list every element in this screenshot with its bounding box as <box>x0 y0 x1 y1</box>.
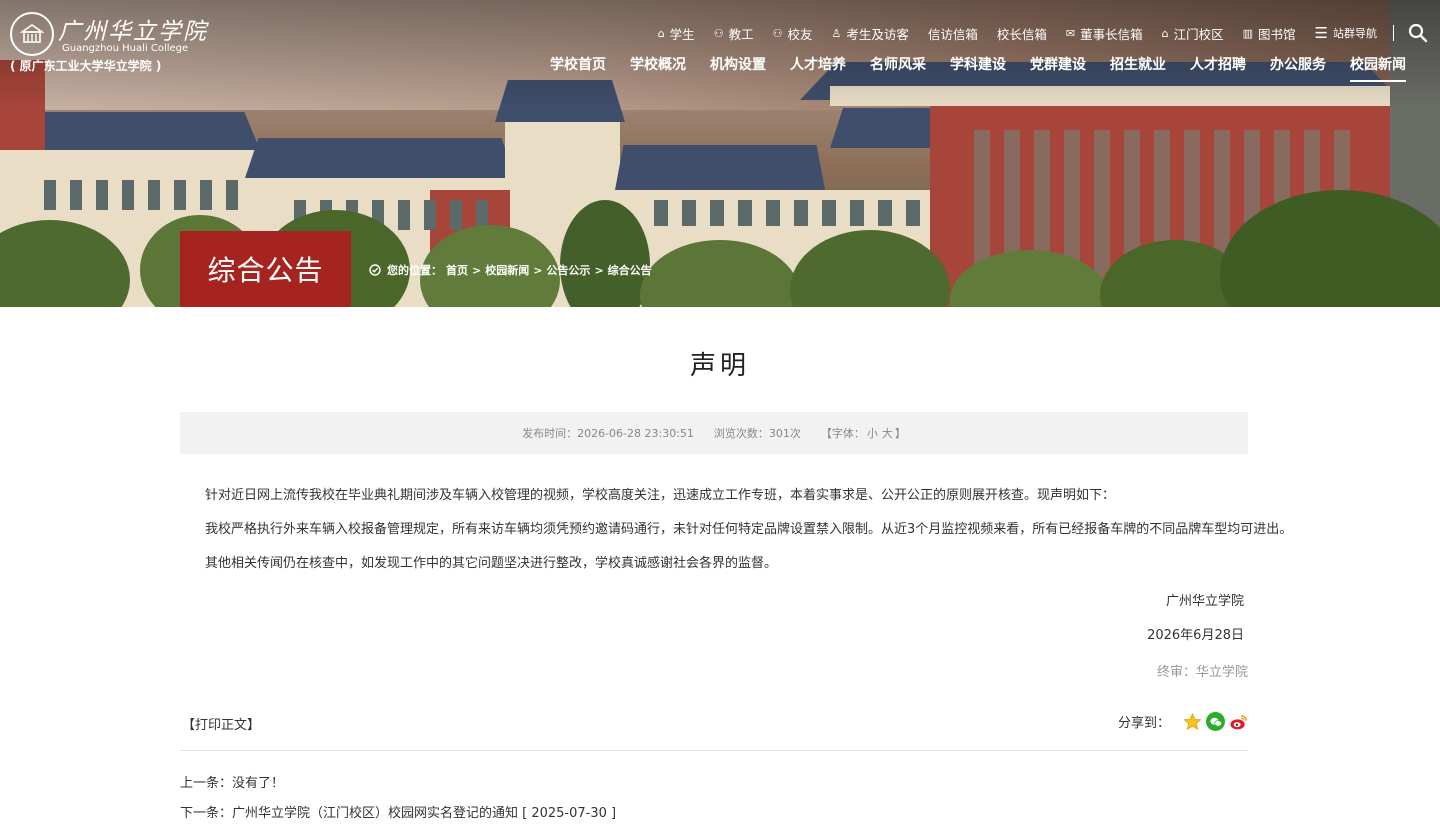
breadcrumb-sep: > <box>472 263 482 277</box>
util-link-library[interactable]: ▥ 图书馆 <box>1243 24 1296 43</box>
nav-organization[interactable]: 机构设置 <box>710 54 766 82</box>
college-logo[interactable]: 广州华立学院 Guangzhou Huali College ( 原广东工业大学… <box>10 12 210 74</box>
hero-banner: 广州华立学院 Guangzhou Huali College ( 原广东工业大学… <box>0 0 1440 307</box>
section-title: 综合公告 <box>180 231 351 307</box>
util-divider <box>1393 25 1394 41</box>
util-link-alumni[interactable]: ⚇ 校友 <box>773 24 813 43</box>
nav-overview[interactable]: 学校概况 <box>630 54 686 82</box>
next-article-link[interactable]: 广州华立学院（江门校区）校园网实名登记的通知 [ 2025-07-30 ] <box>232 806 616 821</box>
breadcrumb-home[interactable]: 首页 <box>446 262 468 278</box>
nav-party[interactable]: 党群建设 <box>1030 54 1086 82</box>
share-bar: 分享到： <box>1118 712 1248 731</box>
breadcrumb-general-notices[interactable]: 综合公告 <box>608 262 652 278</box>
nav-home[interactable]: 学校首页 <box>550 54 606 82</box>
location-icon <box>369 264 381 276</box>
font-size-control: 【字体：小大】 <box>820 427 906 440</box>
next-label: 下一条： <box>180 806 233 821</box>
menu-icon: ☰ <box>1314 24 1328 42</box>
print-button[interactable]: 【打印正文】 <box>182 714 260 733</box>
util-link-site-nav[interactable]: ☰ 站群导航 <box>1315 24 1377 42</box>
nav-campus-news[interactable]: 校园新闻 <box>1350 54 1406 82</box>
view-count: 浏览次数：301次 <box>713 427 801 440</box>
util-link-jiangmen-campus[interactable]: ⌂ 江门校区 <box>1162 24 1224 43</box>
prev-article: 上一条：没有了！ <box>180 772 284 791</box>
nav-admissions[interactable]: 招生就业 <box>1110 54 1166 82</box>
nav-recruitment[interactable]: 人才招聘 <box>1190 54 1246 82</box>
library-icon: ▥ <box>1242 26 1254 40</box>
article-meta-bar: 发布时间：2026-06-28 23:30:51 浏览次数：301次 【字体：小… <box>180 412 1248 454</box>
font-small-button[interactable]: 小 <box>867 427 878 440</box>
content-divider <box>180 750 1248 751</box>
article-paragraph: 其他相关传闻仍在核查中，如发现工作中的其它问题坚决进行整改，学校真诚感谢社会各界… <box>205 556 778 571</box>
breadcrumb-prefix: 您的位置： <box>387 264 442 277</box>
nav-education[interactable]: 人才培养 <box>790 54 846 82</box>
mail-icon: ✉ <box>1065 26 1076 40</box>
qzone-icon[interactable] <box>1183 712 1202 731</box>
prev-article-link: 没有了！ <box>232 776 285 791</box>
next-article: 下一条：广州华立学院（江门校区）校园网实名登记的通知 [ 2025-07-30 … <box>180 802 616 821</box>
search-icon[interactable] <box>1408 23 1428 43</box>
util-link-staff[interactable]: ⚇ 教工 <box>714 24 754 43</box>
weibo-icon[interactable] <box>1229 712 1248 731</box>
prev-label: 上一条： <box>180 776 233 791</box>
article-title: 声明 <box>689 351 750 381</box>
college-seal-icon <box>10 12 54 56</box>
teacher-icon: ⚇ <box>713 26 724 40</box>
util-link-students[interactable]: ⌂ 学生 <box>658 24 695 43</box>
main-nav: 学校首页 学校概况 机构设置 人才培养 名师风采 学科建设 党群建设 招生就业 … <box>526 54 1406 82</box>
util-link-petition-mailbox[interactable]: 信访信箱 <box>928 24 978 43</box>
logo-former-name: ( 原广东工业大学华立学院 ) <box>10 59 162 73</box>
util-link-visitors[interactable]: ♙ 考生及访客 <box>831 24 908 43</box>
wechat-icon[interactable] <box>1206 712 1225 731</box>
breadcrumb: 您的位置： 首页 > 校园新闻 > 公告公示 > 综合公告 <box>369 262 656 278</box>
util-link-president-mailbox[interactable]: 校长信箱 <box>997 24 1047 43</box>
share-label: 分享到： <box>1117 716 1170 731</box>
logo-chinese-name: 广州华立学院 <box>58 19 208 45</box>
article-date: 2026年6月28日 <box>1147 628 1244 643</box>
article-reviewer: 终审：华立学院 <box>1156 665 1248 680</box>
breadcrumb-sep: > <box>533 263 543 277</box>
utility-nav: ⌂ 学生 ⚇ 教工 ⚇ 校友 ♙ 考生及访客 信访信箱 校长信箱 ✉ 董事长信箱 ⌂ 江门校… <box>639 21 1428 45</box>
logo-english-name: Guangzhou Huali College <box>62 43 189 54</box>
nav-office[interactable]: 办公服务 <box>1270 54 1326 82</box>
publish-time: 发布时间：2026-06-28 23:30:51 <box>522 427 694 440</box>
font-large-button[interactable]: 大 <box>882 427 893 440</box>
article-paragraph: 我校严格执行外来车辆入校报备管理规定，所有来访车辆均须凭预约邀请码通行，未针对任… <box>205 522 1293 537</box>
article-signature: 广州华立学院 <box>1165 594 1244 609</box>
breadcrumb-sep: > <box>594 263 604 277</box>
campus-icon: ⌂ <box>1161 26 1169 40</box>
nav-teachers[interactable]: 名师风采 <box>870 54 926 82</box>
breadcrumb-campus-news[interactable]: 校园新闻 <box>485 262 529 278</box>
article-body: 针对近日网上流传我校在毕业典礼期间涉及车辆入校管理的视频，学校高度关注，迅速成立… <box>205 486 1293 588</box>
graduation-cap-icon: ⌂ <box>657 26 665 40</box>
alumni-icon: ⚇ <box>772 26 783 40</box>
breadcrumb-notices[interactable]: 公告公示 <box>546 262 590 278</box>
article-paragraph: 针对近日网上流传我校在毕业典礼期间涉及车辆入校管理的视频，学校高度关注，迅速成立… <box>205 488 1116 503</box>
visitor-icon: ♙ <box>831 26 842 40</box>
nav-disciplines[interactable]: 学科建设 <box>950 54 1006 82</box>
util-link-chairman-mailbox[interactable]: ✉ 董事长信箱 <box>1066 24 1143 43</box>
